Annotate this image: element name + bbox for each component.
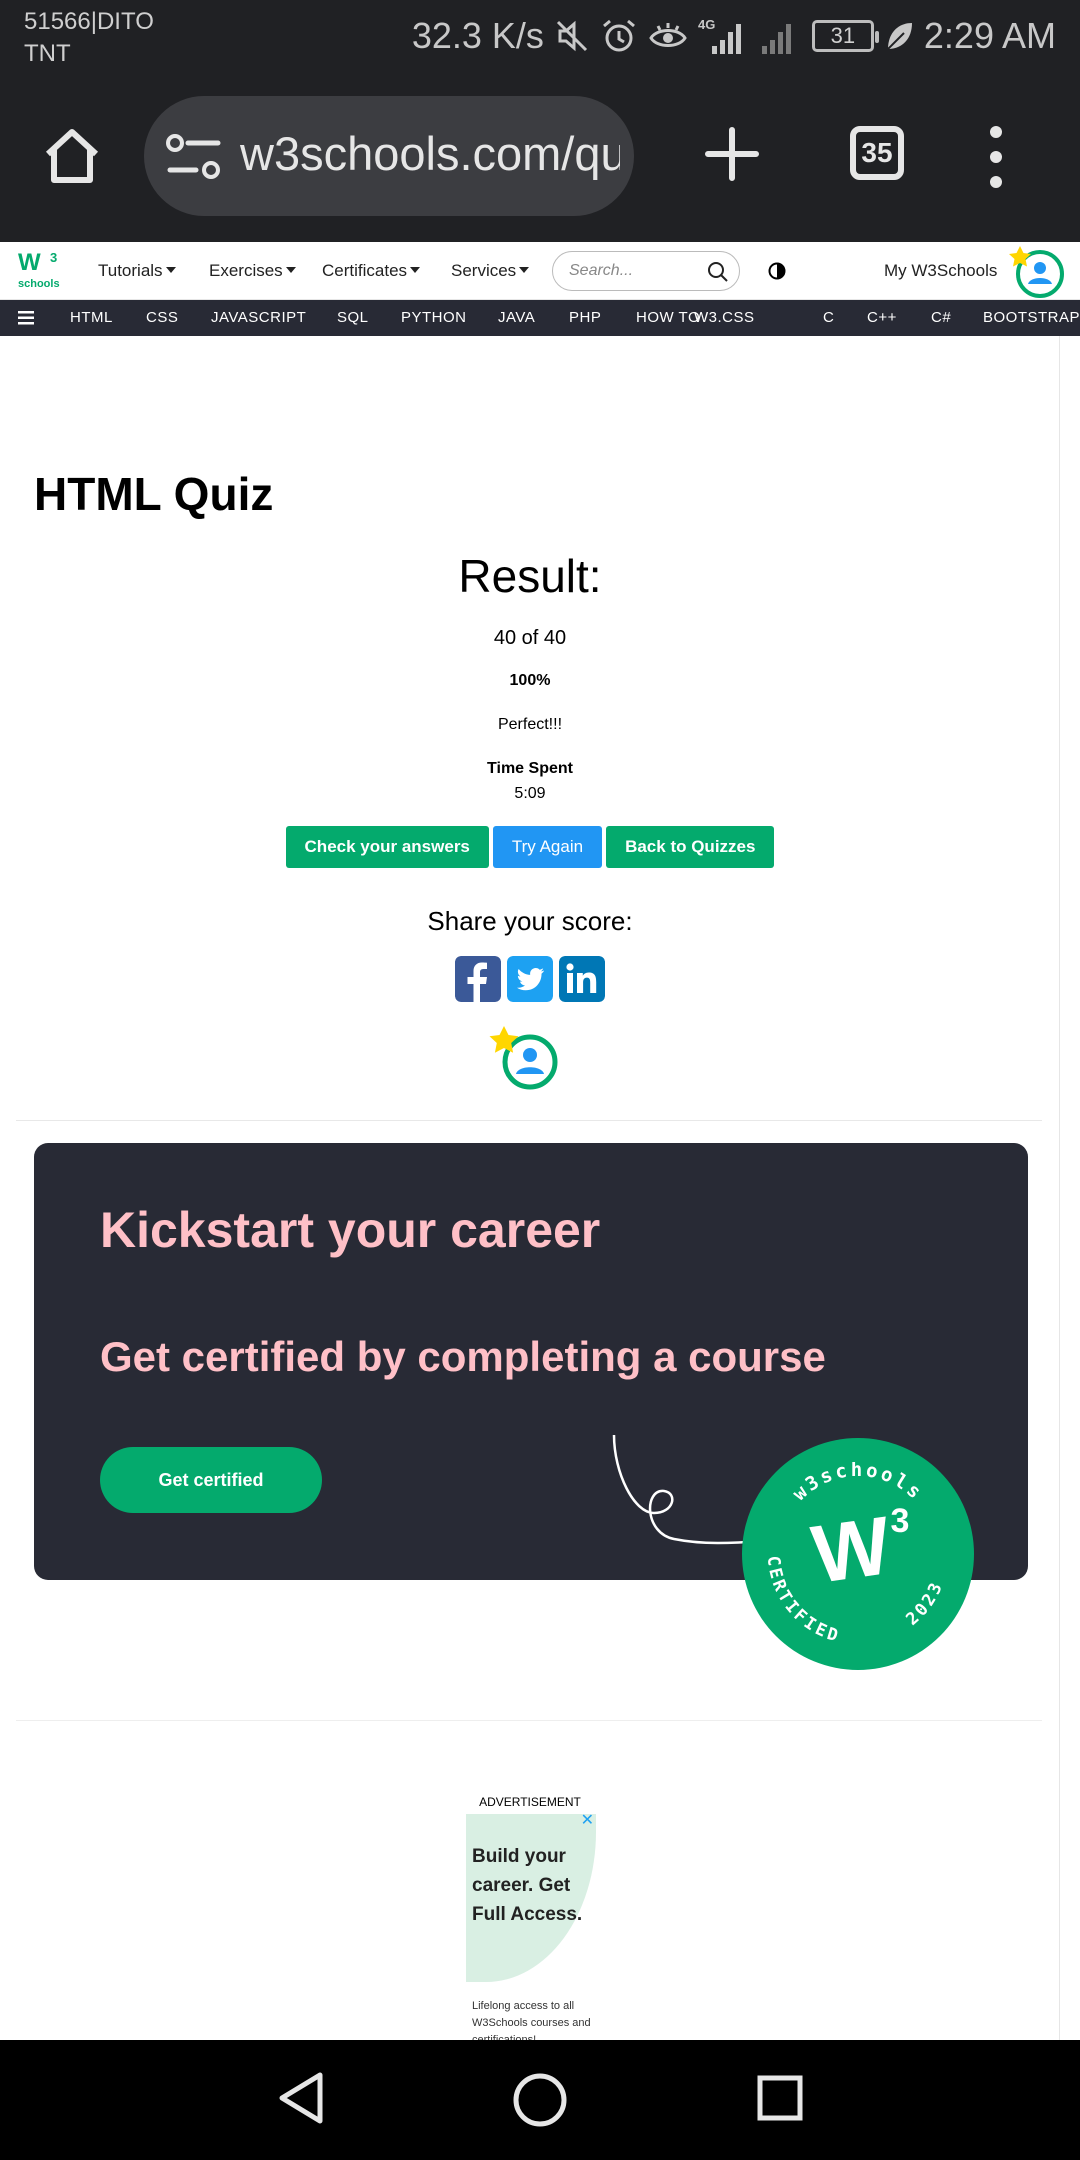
nav-services[interactable]: Services <box>451 259 530 283</box>
subject-nav-bar: HTML CSS JAVASCRIPT SQL PYTHON JAVA PHP … <box>0 300 1080 336</box>
android-navigation-bar <box>0 2040 1080 2160</box>
carrier-info: 51566|DITO TNT <box>24 6 154 70</box>
nav-services-label: Services <box>451 261 517 280</box>
w3-top-nav: W 3 schools Tutorials Exercises Certific… <box>0 242 1080 300</box>
subject-w3css[interactable]: W3.CSS <box>694 308 755 328</box>
advertisement-banner[interactable]: ✕ Build your career. Get Full Access. Li… <box>466 1814 596 2044</box>
new-tab-plus-icon[interactable] <box>704 126 760 182</box>
nav-tutorials-label: Tutorials <box>98 261 163 280</box>
badge-logo-letter: W <box>807 1500 897 1601</box>
certified-badge-icon: w3schools CERTIFIED 2023 W 3 <box>742 1438 974 1670</box>
check-answers-button[interactable]: Check your answers <box>285 826 489 868</box>
leaf-icon <box>887 23 912 50</box>
advertisement-label: ADVERTISEMENT <box>479 1795 581 1809</box>
browser-toolbar: w3schools.com/quiztest/result.asp 35 <box>0 86 1080 242</box>
battery-indicator: 31 <box>811 20 879 52</box>
linkedin-icon[interactable] <box>559 956 605 1002</box>
time-spent-label: Time Spent <box>487 760 573 777</box>
mute-icon <box>556 20 587 52</box>
search-placeholder: Search... <box>569 262 634 279</box>
nav-exercises-label: Exercises <box>209 261 283 280</box>
subject-php[interactable]: PHP <box>569 308 601 328</box>
promo-headline: Kickstart your career <box>100 1202 601 1258</box>
subject-css[interactable]: CSS <box>146 308 178 328</box>
tabs-icon[interactable]: 35 <box>850 126 904 180</box>
address-bar[interactable]: w3schools.com/quiztest/result.asp <box>144 96 634 216</box>
nav-exercises[interactable]: Exercises <box>209 259 296 283</box>
url-text[interactable]: w3schools.com/quiztest/result.asp <box>240 124 620 184</box>
divider <box>16 1120 1042 1121</box>
more-menu-icon[interactable] <box>984 124 1008 190</box>
share-title: Share your score: <box>427 906 633 936</box>
signal-icon <box>761 24 791 54</box>
caret-down-icon <box>519 267 530 273</box>
main-content: HTML Quiz Result: 40 of 40 100% Perfect!… <box>0 336 1060 2044</box>
caret-down-icon <box>165 267 176 273</box>
logo-superscript: 3 <box>50 250 58 265</box>
result-title: Result: <box>458 550 602 602</box>
nav-tutorials[interactable]: Tutorials <box>98 259 176 283</box>
subject-javascript[interactable]: JAVASCRIPT <box>211 308 306 328</box>
subject-cpp[interactable]: C++ <box>867 308 897 328</box>
share-buttons <box>0 956 1060 1002</box>
user-avatar-icon[interactable] <box>486 1024 562 1090</box>
hamburger-menu-icon[interactable] <box>18 311 34 325</box>
home-icon[interactable] <box>40 124 104 188</box>
ad-close-icon[interactable]: ✕ <box>581 1814 594 1830</box>
net-speed: 32.3 K/s <box>411 15 544 56</box>
clock: 2:29 AM <box>923 15 1056 56</box>
dark-mode-toggle-icon[interactable] <box>768 262 786 280</box>
caret-down-icon <box>410 267 421 273</box>
subject-c[interactable]: C <box>823 308 834 328</box>
alarm-icon <box>602 19 635 52</box>
eye-comfort-icon <box>649 23 687 47</box>
subject-sql[interactable]: SQL <box>337 308 369 328</box>
subject-python[interactable]: PYTHON <box>401 308 467 328</box>
subject-java[interactable]: JAVA <box>498 308 535 328</box>
signal-4g-icon: 4G <box>698 17 741 54</box>
try-again-button[interactable]: Try Again <box>492 826 603 868</box>
svg-text:4G: 4G <box>698 17 715 32</box>
home-circle-icon[interactable] <box>512 2072 568 2128</box>
back-icon[interactable] <box>276 2070 326 2126</box>
logo-subtext: schools <box>18 278 60 290</box>
status-indicators: 32.3 K/s 4G 31 2:29 AM <box>412 14 1056 58</box>
ad-headline: Build your career. Get Full Access. <box>472 1846 583 1925</box>
divider <box>16 1720 1042 1721</box>
result-actions: Check your answers Try Again Back to Qui… <box>0 826 1060 868</box>
search-input[interactable]: Search... <box>552 251 740 291</box>
nav-certificates-label: Certificates <box>322 261 408 280</box>
caret-down-icon <box>285 267 296 273</box>
facebook-icon[interactable] <box>455 956 501 1002</box>
logo-letter: W <box>18 249 41 276</box>
score-text: 40 of 40 <box>493 627 567 649</box>
nav-certificates[interactable]: Certificates <box>322 259 421 283</box>
user-avatar-icon[interactable] <box>1006 244 1066 300</box>
promo-subheadline: Get certified by completing a course <box>100 1333 826 1380</box>
search-icon[interactable] <box>707 261 729 283</box>
ad-body: Lifelong access to all W3Schools courses… <box>472 2000 591 2044</box>
site-settings-icon[interactable] <box>166 134 224 180</box>
recents-square-icon[interactable] <box>756 2074 804 2122</box>
badge-logo-sup: 3 <box>891 1502 910 1540</box>
time-spent-value: 5:09 <box>514 785 546 802</box>
status-bar: 51566|DITO TNT 32.3 K/s 4G 31 2:29 AM <box>0 0 1080 86</box>
subject-html[interactable]: HTML <box>70 308 113 328</box>
w3schools-logo[interactable]: W 3 schools <box>18 248 64 296</box>
score-verdict: Perfect!!! <box>497 716 563 733</box>
get-certified-button[interactable]: Get certified <box>100 1447 322 1513</box>
carrier-line-1: 51566|DITO <box>24 8 154 35</box>
carrier-line-2: TNT <box>24 40 71 67</box>
subject-bootstrap[interactable]: BOOTSTRAP <box>983 308 1080 328</box>
back-to-quizzes-button[interactable]: Back to Quizzes <box>606 826 775 868</box>
subject-csharp[interactable]: C# <box>931 308 951 328</box>
page-title: HTML Quiz <box>34 468 274 520</box>
my-w3schools-link[interactable]: My W3Schools <box>884 259 997 283</box>
score-percent: 100% <box>509 672 551 689</box>
twitter-icon[interactable] <box>507 956 553 1002</box>
subject-howto[interactable]: HOW TO <box>636 308 700 328</box>
